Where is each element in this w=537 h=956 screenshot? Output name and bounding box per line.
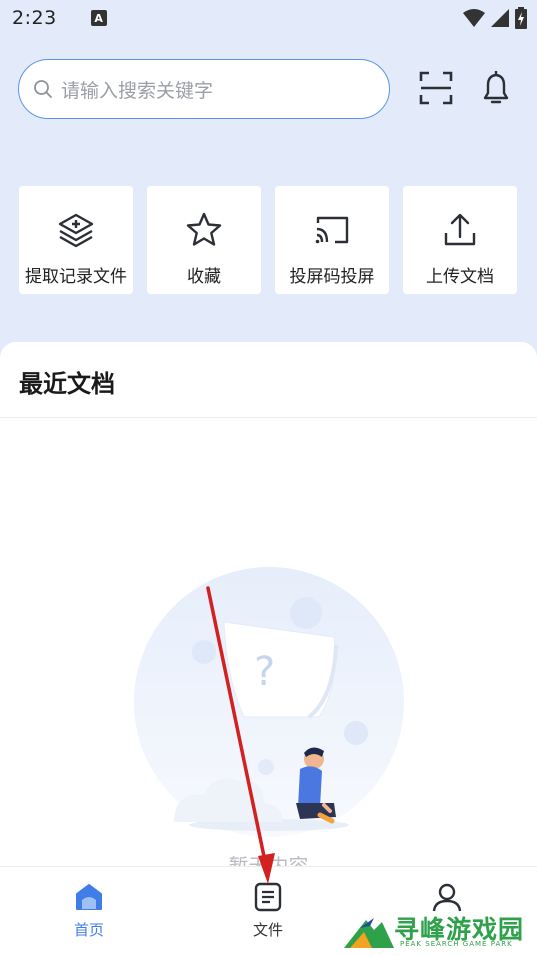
svg-text:?: ? <box>254 649 275 695</box>
empty-state-illustration: ? <box>134 567 404 837</box>
divider <box>0 417 537 418</box>
status-time: 2:23 <box>12 7 57 29</box>
nav-label: 首页 <box>73 921 104 939</box>
nav-item-home[interactable]: 首页 <box>39 881 139 940</box>
star-icon <box>185 210 223 250</box>
bell-icon <box>483 71 509 104</box>
file-icon <box>254 882 282 912</box>
watermark-subtitle: PEAK SEARCH GAME PARK <box>400 940 513 948</box>
upload-icon <box>441 210 479 250</box>
layers-add-icon <box>56 210 96 250</box>
quick-action-favorites[interactable]: 收藏 <box>147 186 261 294</box>
cast-icon <box>313 210 351 250</box>
nav-item-files[interactable]: 文件 <box>218 881 318 940</box>
quick-action-label: 上传文档 <box>426 267 494 287</box>
search-placeholder: 请输入搜索关键字 <box>61 79 214 102</box>
notification-a-icon: A <box>90 10 107 26</box>
section-title: 最近文档 <box>19 370 115 398</box>
nav-label: 文件 <box>252 921 283 939</box>
quick-action-upload[interactable]: 上传文档 <box>403 186 517 294</box>
scan-icon <box>419 71 453 105</box>
quick-action-extract-records[interactable]: 提取记录文件 <box>19 186 133 294</box>
notification-button[interactable] <box>476 68 516 108</box>
search-input[interactable]: 请输入搜索关键字 <box>18 59 390 119</box>
profile-icon <box>432 883 462 912</box>
quick-action-label: 收藏 <box>187 267 221 287</box>
quick-action-label: 提取记录文件 <box>25 267 127 287</box>
status-indicators <box>463 7 527 29</box>
search-icon <box>34 80 52 98</box>
battery-icon <box>515 7 527 29</box>
scan-button[interactable] <box>418 70 454 106</box>
status-bar: 2:23 A <box>0 0 537 36</box>
mountain-logo-icon <box>344 918 394 948</box>
signal-icon <box>491 9 509 27</box>
home-icon <box>76 884 102 910</box>
watermark: 寻峰游戏园 PEAK SEARCH GAME PARK <box>344 910 534 952</box>
quick-action-cast[interactable]: 投屏码投屏 <box>275 186 389 294</box>
wifi-icon <box>463 9 485 27</box>
quick-action-label: 投屏码投屏 <box>289 267 375 287</box>
